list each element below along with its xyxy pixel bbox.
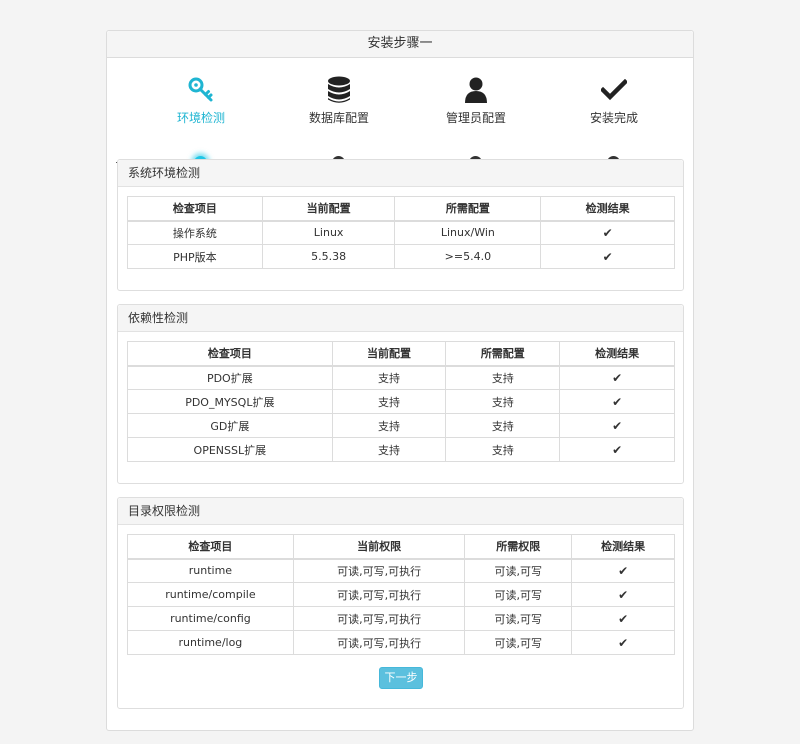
table-row: runtime/log 可读,可写,可执行 可读,可写 ✔ bbox=[127, 630, 675, 655]
step-label: 管理员配置 bbox=[445, 111, 506, 125]
check-mark-icon: ✔ bbox=[571, 558, 675, 583]
table-cell: 可读,可写,可执行 bbox=[292, 630, 466, 655]
table-cell: runtime/log bbox=[127, 630, 294, 655]
column-header: 检测结果 bbox=[571, 534, 675, 560]
table-cell: 可读,可写 bbox=[464, 630, 573, 655]
table-cell: PDO扩展 bbox=[127, 365, 333, 390]
column-header: 当前配置 bbox=[331, 341, 447, 367]
panel-title: 目录权限检测 bbox=[118, 498, 683, 525]
step-admin-config: 管理员配置 3 bbox=[411, 74, 541, 169]
table-header-row: 检查项目 当前权限 所需权限 检测结果 bbox=[127, 534, 675, 560]
column-header: 所需权限 bbox=[464, 534, 573, 560]
key-icon bbox=[136, 74, 266, 106]
table-row: GD扩展 支持 支持 ✔ bbox=[127, 413, 675, 438]
table-cell: 支持 bbox=[331, 437, 447, 462]
column-header: 检查项目 bbox=[127, 341, 333, 367]
table-header-row: 检查项目 当前配置 所需配置 检测结果 bbox=[127, 341, 675, 367]
check-mark-icon: ✔ bbox=[559, 389, 675, 414]
table-cell: 支持 bbox=[445, 365, 561, 390]
check-mark-icon: ✔ bbox=[540, 244, 675, 269]
table-row: PDO_MYSQL扩展 支持 支持 ✔ bbox=[127, 389, 675, 414]
column-header: 当前配置 bbox=[261, 196, 396, 222]
step-label: 环境检测 bbox=[176, 111, 225, 125]
table-cell: 支持 bbox=[331, 365, 447, 390]
step-label: 数据库配置 bbox=[308, 111, 369, 125]
table-cell: 支持 bbox=[331, 389, 447, 414]
check-mark-icon: ✔ bbox=[559, 365, 675, 390]
table-cell: 支持 bbox=[445, 389, 561, 414]
column-header: 检查项目 bbox=[127, 534, 294, 560]
table-cell: OPENSSL扩展 bbox=[127, 437, 333, 462]
table-row: PHP版本 5.5.38 >=5.4.0 ✔ bbox=[127, 244, 675, 269]
dependency-check-table: 检查项目 当前配置 所需配置 检测结果 PDO扩展 支持 支持 ✔ PDO_MY… bbox=[127, 341, 675, 462]
table-header-row: 检查项目 当前配置 所需配置 检测结果 bbox=[127, 196, 675, 222]
next-step-button[interactable]: 下一步 bbox=[379, 667, 423, 689]
check-mark-icon: ✔ bbox=[571, 606, 675, 631]
table-cell: runtime/compile bbox=[127, 582, 294, 607]
check-mark-icon: ✔ bbox=[540, 220, 675, 245]
column-header: 检测结果 bbox=[540, 196, 675, 222]
page-title: 安装步骤一 bbox=[107, 31, 693, 58]
panel-title: 系统环境检测 bbox=[118, 160, 683, 187]
table-row: PDO扩展 支持 支持 ✔ bbox=[127, 365, 675, 390]
table-cell: 支持 bbox=[445, 437, 561, 462]
table-cell: 5.5.38 bbox=[261, 244, 396, 269]
step-db-config: 数据库配置 2 bbox=[274, 74, 404, 169]
column-header: 检查项目 bbox=[127, 196, 263, 222]
table-row: runtime 可读,可写,可执行 可读,可写 ✔ bbox=[127, 558, 675, 583]
table-cell: Linux/Win bbox=[394, 220, 542, 245]
table-cell: 操作系统 bbox=[127, 220, 263, 245]
table-cell: 支持 bbox=[331, 413, 447, 438]
env-check-panel: 系统环境检测 检查项目 当前配置 所需配置 检测结果 操作系统 Linux Li… bbox=[117, 159, 684, 291]
table-cell: Linux bbox=[261, 220, 396, 245]
table-cell: PHP版本 bbox=[127, 244, 263, 269]
panel-title: 依赖性检测 bbox=[118, 305, 683, 332]
check-mark-icon: ✔ bbox=[559, 413, 675, 438]
table-cell: 可读,可写 bbox=[464, 582, 573, 607]
table-row: runtime/config 可读,可写,可执行 可读,可写 ✔ bbox=[127, 606, 675, 631]
check-mark-icon: ✔ bbox=[559, 437, 675, 462]
table-cell: 支持 bbox=[445, 413, 561, 438]
dependency-check-panel: 依赖性检测 检查项目 当前配置 所需配置 检测结果 PDO扩展 支持 支持 ✔ … bbox=[117, 304, 684, 484]
check-mark-icon: ✔ bbox=[571, 630, 675, 655]
table-row: 操作系统 Linux Linux/Win ✔ bbox=[127, 220, 675, 245]
env-check-table: 检查项目 当前配置 所需配置 检测结果 操作系统 Linux Linux/Win… bbox=[127, 196, 675, 269]
table-cell: 可读,可写,可执行 bbox=[292, 558, 466, 583]
step-install-complete: 安装完成 4 bbox=[549, 74, 679, 169]
step-env-check: 环境检测 1 bbox=[136, 74, 266, 169]
column-header: 当前权限 bbox=[292, 534, 466, 560]
table-row: runtime/compile 可读,可写,可执行 可读,可写 ✔ bbox=[127, 582, 675, 607]
table-cell: runtime/config bbox=[127, 606, 294, 631]
table-cell: 可读,可写 bbox=[464, 558, 573, 583]
column-header: 所需配置 bbox=[445, 341, 561, 367]
user-icon bbox=[411, 74, 541, 106]
column-header: 所需配置 bbox=[394, 196, 542, 222]
directory-permission-table: 检查项目 当前权限 所需权限 检测结果 runtime 可读,可写,可执行 可读… bbox=[127, 534, 675, 655]
table-cell: runtime bbox=[127, 558, 294, 583]
database-icon bbox=[274, 74, 404, 106]
table-row: OPENSSL扩展 支持 支持 ✔ bbox=[127, 437, 675, 462]
column-header: 检测结果 bbox=[559, 341, 675, 367]
table-cell: 可读,可写,可执行 bbox=[292, 582, 466, 607]
check-mark-icon: ✔ bbox=[571, 582, 675, 607]
table-cell: 可读,可写,可执行 bbox=[292, 606, 466, 631]
install-panel: 安装步骤一 环境检测 1 bbox=[106, 30, 694, 731]
table-cell: >=5.4.0 bbox=[394, 244, 542, 269]
table-cell: PDO_MYSQL扩展 bbox=[127, 389, 333, 414]
table-cell: GD扩展 bbox=[127, 413, 333, 438]
check-icon bbox=[549, 74, 679, 106]
table-cell: 可读,可写 bbox=[464, 606, 573, 631]
step-label: 安装完成 bbox=[589, 111, 638, 125]
